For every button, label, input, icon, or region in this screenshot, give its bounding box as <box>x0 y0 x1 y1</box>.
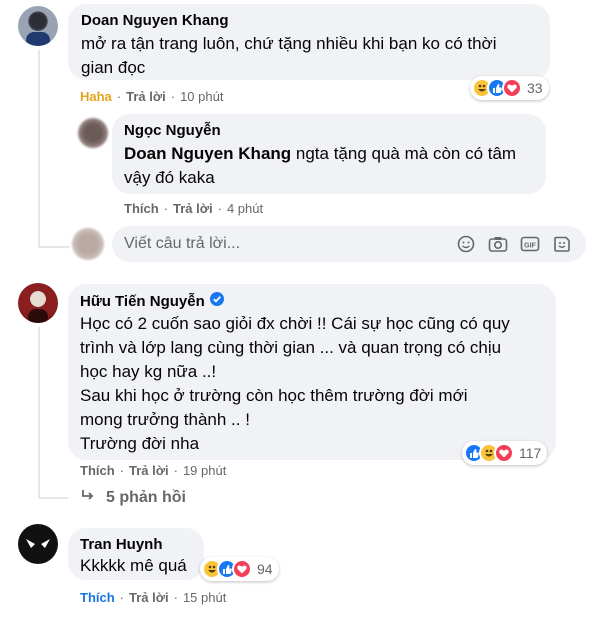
avatar <box>72 228 104 260</box>
person-avatar-icon <box>28 292 48 323</box>
comment-timestamp[interactable]: 19 phút <box>183 463 226 478</box>
avatar[interactable] <box>18 6 58 46</box>
like-button[interactable]: Thích <box>80 463 115 478</box>
comment-actions: Thích · Trả lời · 4 phút <box>124 201 263 216</box>
comment-timestamp[interactable]: 4 phút <box>227 201 263 216</box>
separator-dot: · <box>173 463 178 478</box>
camera-icon[interactable] <box>488 234 508 254</box>
comment-bubble: Tran Huynh Kkkkk mê quá <box>68 528 204 580</box>
reaction-count: 94 <box>257 561 273 577</box>
emoji-icon[interactable] <box>456 234 476 254</box>
comment-bubble: Doan Nguyen Khang mở ra tận trang luôn, … <box>68 4 550 80</box>
reply-button[interactable]: Trả lời <box>173 201 213 216</box>
comment-author[interactable]: Tran Huynh <box>80 536 163 553</box>
separator-dot: · <box>173 590 178 605</box>
reaction-summary[interactable]: 33 <box>470 76 549 100</box>
mention-link[interactable]: Doan Nguyen Khang <box>124 144 291 163</box>
reply-input[interactable]: Viết câu trả lời... GIF <box>112 226 586 262</box>
verified-badge-icon <box>209 292 224 310</box>
thread-line <box>38 50 40 246</box>
comment-timestamp[interactable]: 15 phút <box>183 590 226 605</box>
avatar[interactable] <box>18 524 58 564</box>
comment-text: Doan Nguyen Khang ngta tặng quà mà còn c… <box>124 142 516 190</box>
like-button[interactable]: Thích <box>124 201 159 216</box>
comment-author[interactable]: Ngọc Nguyễn <box>124 122 221 139</box>
comment-actions: Haha · Trả lời · 10 phút <box>80 89 223 104</box>
comment-author-name: Hữu Tiến Nguyễn <box>80 292 205 310</box>
reaction-count: 117 <box>519 445 542 461</box>
reply-button[interactable]: Trả lời <box>129 590 169 605</box>
sticker-icon[interactable] <box>552 234 572 254</box>
comment-author[interactable]: Doan Nguyen Khang <box>81 12 229 29</box>
comment-text: Học có 2 cuốn sao giỏi đx chời !! Cái sự… <box>80 314 510 453</box>
separator-dot: · <box>119 463 125 478</box>
separator-dot: · <box>163 201 169 216</box>
thread-line <box>38 497 68 499</box>
separator-dot: · <box>119 590 125 605</box>
reaction-summary[interactable]: 94 <box>200 557 279 581</box>
avatar[interactable] <box>78 118 108 148</box>
separator-dot: · <box>116 89 122 104</box>
comment-author[interactable]: Hữu Tiến Nguyễn <box>80 292 224 310</box>
more-replies-label: 5 phản hồi <box>106 488 186 506</box>
haha-reaction-button[interactable]: Haha <box>80 89 112 104</box>
avatar[interactable] <box>18 283 58 323</box>
comment-bubble: Ngọc Nguyễn Doan Nguyen Khang ngta tặng … <box>112 114 546 194</box>
reply-button[interactable]: Trả lời <box>126 89 166 104</box>
thread-line <box>38 327 40 497</box>
comment-actions: Thích · Trả lời · 19 phút <box>80 463 226 478</box>
love-icon <box>494 443 514 463</box>
gif-icon[interactable]: GIF <box>520 234 540 254</box>
comment-timestamp[interactable]: 10 phút <box>180 89 223 104</box>
separator-dot: · <box>217 201 222 216</box>
reply-tools: GIF <box>456 234 586 254</box>
comment-actions: Thích · Trả lời · 15 phút <box>80 590 226 605</box>
svg-text:GIF: GIF <box>524 243 536 250</box>
reply-input-placeholder: Viết câu trả lời... <box>124 235 241 252</box>
love-icon <box>502 78 522 98</box>
love-icon <box>232 559 252 579</box>
reply-arrow-icon <box>80 488 96 507</box>
comment-text: Kkkkk mê quá <box>80 556 187 575</box>
separator-dot: · <box>170 89 176 104</box>
person-avatar-icon <box>26 13 50 46</box>
comment-text: mở ra tận trang luôn, chứ tặng nhiều khi… <box>81 34 497 77</box>
like-button[interactable]: Thích <box>80 590 115 605</box>
person-avatar-icon <box>26 539 50 548</box>
reaction-summary[interactable]: 117 <box>462 441 548 465</box>
reply-button[interactable]: Trả lời <box>129 463 169 478</box>
view-more-replies-button[interactable]: 5 phản hồi <box>80 488 186 507</box>
thread-line <box>38 246 70 248</box>
comment-bubble: Hữu Tiến Nguyễn Học có 2 cuốn sao giỏi đ… <box>68 284 556 460</box>
reaction-count: 33 <box>527 80 543 96</box>
